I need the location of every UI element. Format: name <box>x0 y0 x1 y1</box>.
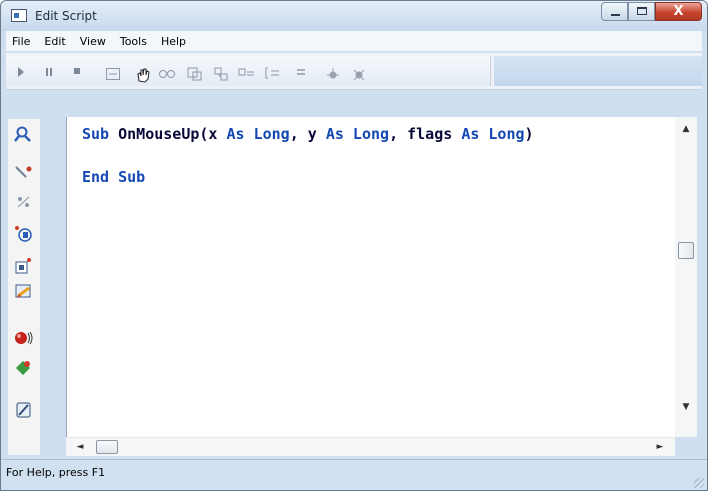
close-button[interactable]: X <box>655 2 702 21</box>
menu-tools[interactable]: Tools <box>114 35 155 48</box>
step-into-icon[interactable] <box>186 66 204 82</box>
scroll-right-icon[interactable]: ► <box>652 438 668 456</box>
horizontal-scroll-thumb[interactable] <box>96 440 118 454</box>
find-icon[interactable] <box>14 125 34 143</box>
hand-icon[interactable] <box>134 66 152 83</box>
vertical-scroll-thumb[interactable] <box>678 242 694 259</box>
menu-help[interactable]: Help <box>155 35 194 48</box>
properties-icon[interactable] <box>14 257 34 275</box>
debug-toolbar-band <box>6 56 491 86</box>
play-icon[interactable] <box>12 66 30 82</box>
edit-icon[interactable] <box>14 283 34 301</box>
scroll-down-icon[interactable]: ▼ <box>675 399 697 415</box>
keyword-as-long: As Long <box>461 125 525 143</box>
code-line-1: Sub OnMouseUp(x As Long, y As Long, flag… <box>82 125 534 143</box>
code-text: , flags <box>389 125 462 143</box>
menu-file[interactable]: File <box>6 35 38 48</box>
code-line-2: End Sub <box>82 168 145 186</box>
remove-bug-icon[interactable] <box>350 66 368 82</box>
breakpoint-icon[interactable] <box>104 66 122 82</box>
code-editor[interactable]: Sub OnMouseUp(x As Long, y As Long, flag… <box>66 117 676 437</box>
app-icon[interactable] <box>11 9 27 22</box>
keyword-end-sub: End Sub <box>82 168 146 186</box>
minimize-icon <box>611 14 620 16</box>
watch-icon[interactable] <box>158 66 176 82</box>
record-icon[interactable] <box>14 329 34 347</box>
window-title: Edit Script <box>35 9 97 23</box>
pause-icon[interactable] <box>40 66 58 82</box>
menu-view[interactable]: View <box>74 35 114 48</box>
step-over-icon[interactable] <box>212 66 230 82</box>
maximize-icon <box>637 7 647 15</box>
edit-script-window: Edit Script X File Edit View Tools Help <box>0 0 708 491</box>
title-bar[interactable]: Edit Script X <box>1 1 707 31</box>
status-bar: For Help, press F1 <box>1 459 707 490</box>
close-icon: X <box>673 4 684 19</box>
caption-buttons: X <box>601 2 702 22</box>
menu-edit[interactable]: Edit <box>38 35 73 48</box>
horizontal-scrollbar[interactable]: ◄ ► <box>66 437 675 456</box>
percent-icon[interactable] <box>14 193 34 211</box>
keyword-as-long: As Long <box>226 125 290 143</box>
bracket-icon[interactable] <box>264 66 282 82</box>
keyword-as-long: As Long <box>325 125 390 143</box>
equals-icon[interactable] <box>292 66 310 82</box>
status-text: For Help, press F1 <box>6 466 106 479</box>
scroll-up-icon[interactable]: ▲ <box>675 121 697 137</box>
code-text: OnMouseUp(x <box>109 125 227 143</box>
toolbar-empty-band <box>494 56 702 86</box>
object-browser-icon[interactable] <box>14 225 34 243</box>
code-text: ) <box>524 125 534 143</box>
resize-grip-icon[interactable] <box>694 478 704 488</box>
insert-icon[interactable] <box>14 359 34 377</box>
step-out-icon[interactable] <box>238 66 256 82</box>
scroll-left-icon[interactable]: ◄ <box>72 438 88 456</box>
toolbar <box>6 53 702 90</box>
menu-bar: File Edit View Tools Help <box>6 31 702 52</box>
keyword-sub: Sub <box>82 125 110 143</box>
search-replace-icon[interactable] <box>14 163 34 181</box>
stop-icon[interactable] <box>68 66 86 82</box>
maximize-button[interactable] <box>628 2 655 21</box>
script-icon[interactable] <box>14 401 34 419</box>
tool-gutter <box>8 119 40 455</box>
minimize-button[interactable] <box>601 2 628 21</box>
add-bug-icon[interactable] <box>324 66 342 82</box>
code-text: , y <box>289 125 326 143</box>
vertical-scrollbar[interactable]: ▲ ▼ <box>675 117 697 437</box>
